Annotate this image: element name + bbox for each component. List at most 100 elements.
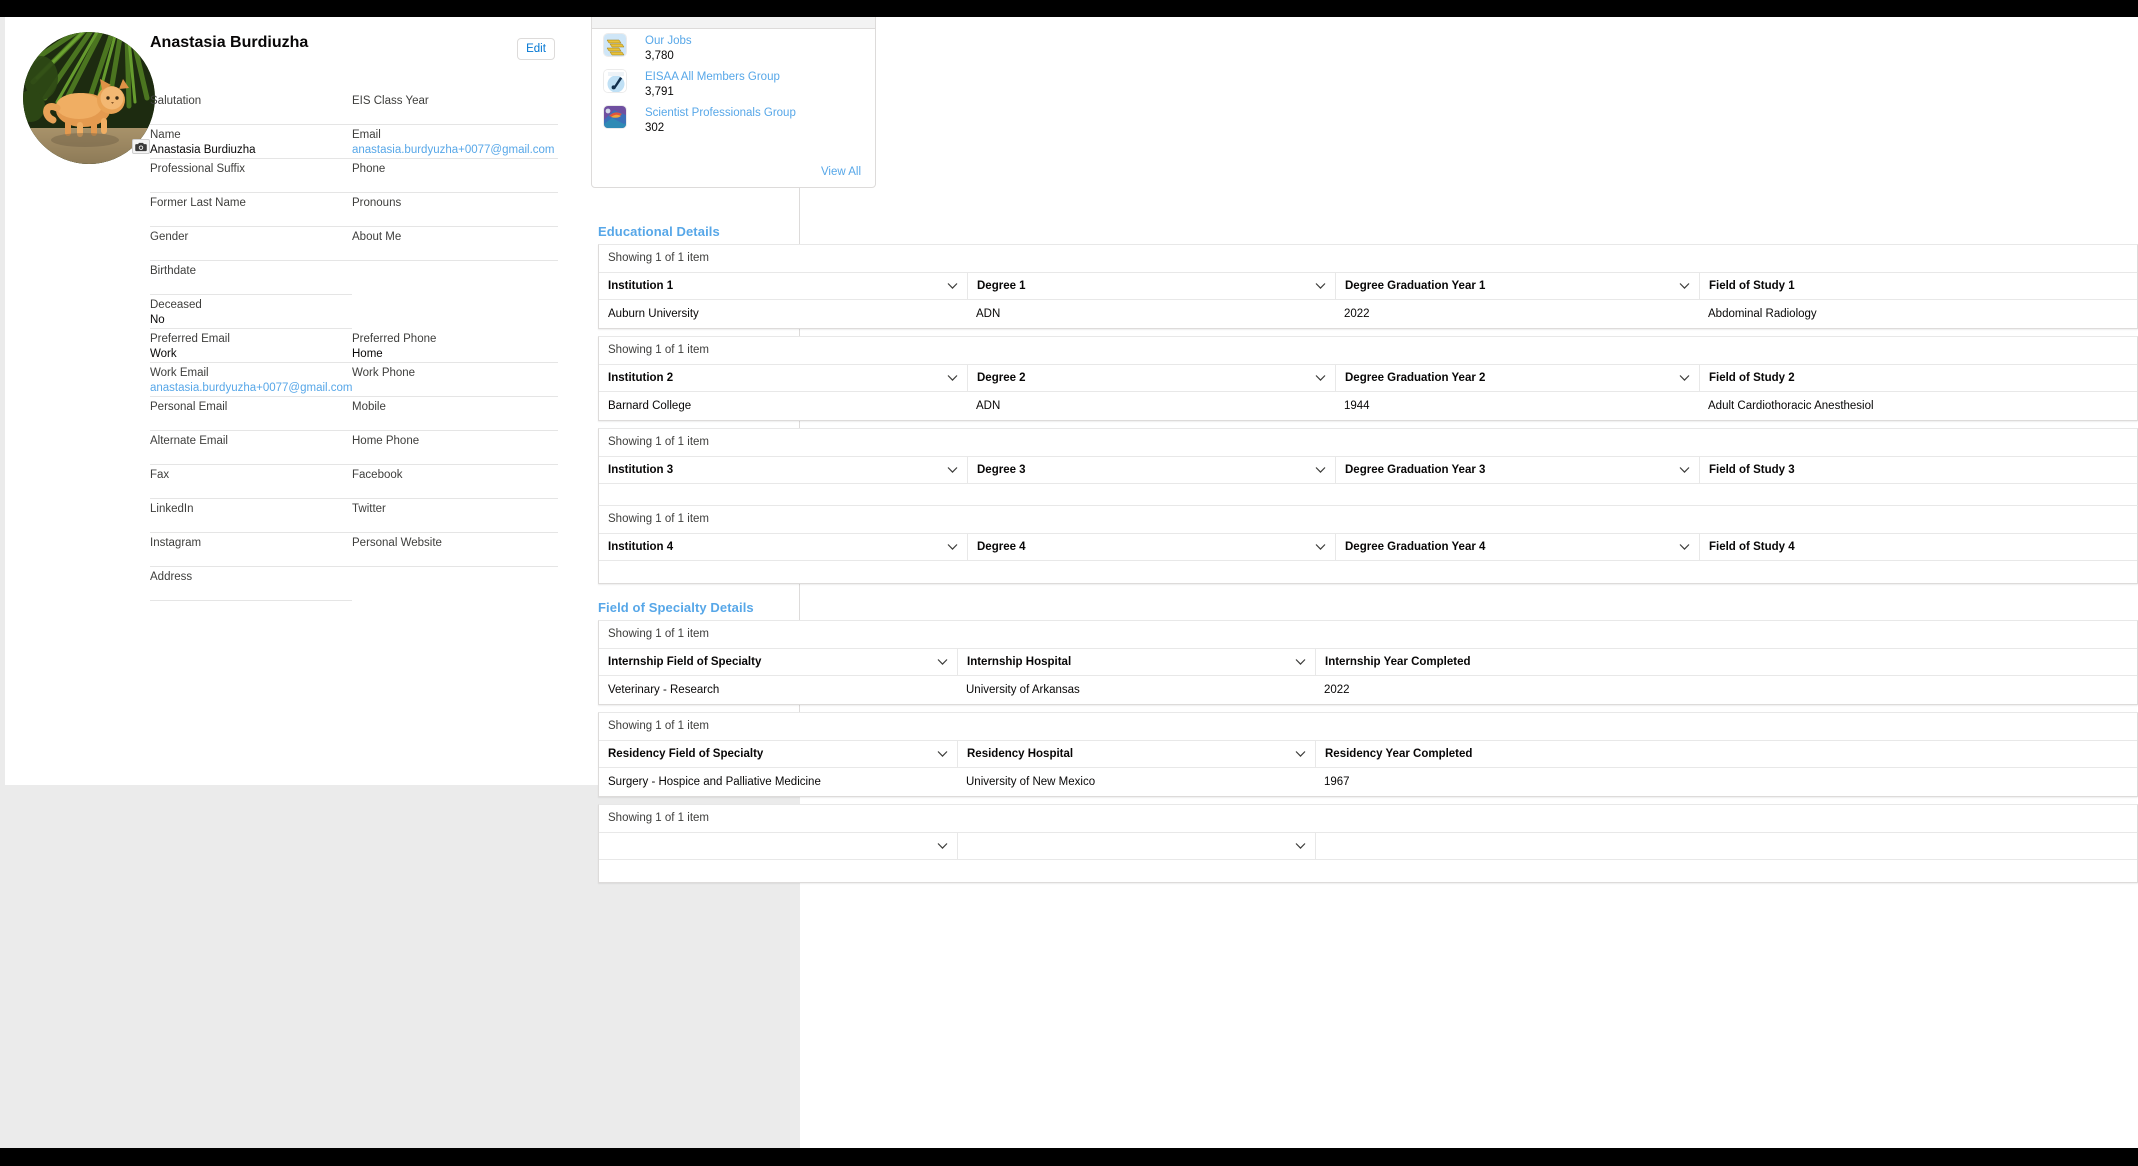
- field-label: Deceased: [150, 299, 202, 311]
- column-header-label: Degree 1: [977, 280, 1026, 292]
- detail-field-left: Deceased No: [150, 298, 348, 328]
- megaphone-icon: [603, 69, 627, 93]
- chevron-down-icon[interactable]: [1315, 283, 1326, 290]
- chevron-down-icon[interactable]: [947, 544, 958, 551]
- chevron-down-icon[interactable]: [1315, 544, 1326, 551]
- avatar[interactable]: [23, 32, 155, 164]
- chevron-down-icon[interactable]: [937, 751, 948, 758]
- detail-field-right: Home Phone: [352, 434, 558, 448]
- detail-field-left: Preferred Email Work: [150, 332, 348, 362]
- detail-field-left: Gender: [150, 230, 348, 244]
- column-header[interactable]: Internship Field of Specialty: [599, 649, 957, 675]
- column-header[interactable]: Internship Year Completed: [1315, 649, 2138, 675]
- column-header[interactable]: Degree 4: [967, 534, 1335, 560]
- column-header[interactable]: Residency Hospital: [957, 741, 1315, 767]
- chevron-down-icon[interactable]: [1679, 283, 1690, 290]
- table-cell: 1944: [1344, 400, 1370, 412]
- camera-icon[interactable]: [132, 139, 150, 154]
- field-value-link[interactable]: anastasia.burdyuzha+0077@gmail.com: [150, 381, 353, 396]
- field-label: EIS Class Year: [352, 95, 429, 107]
- table-row[interactable]: [599, 860, 2137, 882]
- chevron-down-icon[interactable]: [1315, 375, 1326, 382]
- table-row[interactable]: Barnard College ADN 1944 Adult Cardiothorac…: [599, 392, 2137, 420]
- table-row[interactable]: [599, 561, 2137, 583]
- letterbox-bottom: [0, 1148, 2138, 1166]
- table-cell: University of New Mexico: [966, 776, 1096, 788]
- column-header[interactable]: Degree Graduation Year 1: [1335, 273, 1699, 299]
- group-list-item[interactable]: EISAA All Members Group 3,791: [592, 65, 875, 101]
- chevron-down-icon[interactable]: [937, 843, 948, 850]
- column-header[interactable]: Field of Study 4: [1699, 534, 1937, 560]
- detail-field-left: Alternate Email: [150, 434, 348, 448]
- column-header[interactable]: Degree 2: [967, 365, 1335, 391]
- column-header[interactable]: Field of Study 3: [1699, 457, 1937, 483]
- column-header[interactable]: Institution 1: [599, 273, 967, 299]
- column-header-label: Institution 1: [608, 280, 674, 292]
- column-header-label: Residency Field of Specialty: [608, 748, 764, 760]
- chevron-down-icon[interactable]: [1679, 544, 1690, 551]
- field-label: Home Phone: [352, 435, 420, 447]
- table-header-row: Internship Field of Specialty Internship …: [599, 648, 2137, 676]
- detail-field-left: Address: [150, 570, 348, 584]
- field-label: Email: [352, 129, 381, 141]
- table-cell: 2022: [1324, 684, 1350, 696]
- column-header[interactable]: Institution 4: [599, 534, 967, 560]
- chevron-down-icon[interactable]: [1315, 467, 1326, 474]
- column-header[interactable]: Residency Field of Specialty: [599, 741, 957, 767]
- group-name-link[interactable]: Scientist Professionals Group: [645, 106, 875, 120]
- table-row[interactable]: Surgery - Hospice and Palliative Medicin…: [599, 768, 2137, 796]
- table-cell: Adult Cardiothoracic Anesthesiol: [1708, 400, 1874, 412]
- edit-button[interactable]: Edit: [517, 38, 555, 60]
- column-header[interactable]: Degree Graduation Year 3: [1335, 457, 1699, 483]
- column-header-label: Degree 4: [977, 541, 1026, 553]
- group-list-item[interactable]: Our Jobs 3,780: [592, 29, 875, 65]
- showing-count-label: Showing 1 of 1 item: [608, 812, 710, 824]
- column-header[interactable]: Degree 3: [967, 457, 1335, 483]
- column-header[interactable]: Degree 1: [967, 273, 1335, 299]
- page-title: Anastasia Burdiuzha: [150, 34, 309, 51]
- table-cell: ADN: [976, 400, 1001, 412]
- group-member-count: 3,791: [645, 86, 674, 98]
- column-header[interactable]: Residency Year Completed: [1315, 741, 2138, 767]
- group-list-item[interactable]: Scientist Professionals Group 302: [592, 101, 875, 137]
- column-header[interactable]: Field of Study 2: [1699, 365, 1937, 391]
- app-root: Anastasia Burdiuzha Edit Salutation EIS C…: [0, 0, 2138, 1166]
- detail-field-row: Work Email anastasia.burdyuzha+0077@gmail…: [150, 363, 558, 397]
- table-header-row: Institution 3 Degree 3 Degree Graduation Y…: [599, 456, 2137, 484]
- column-header[interactable]: [1315, 833, 2138, 859]
- chevron-down-icon[interactable]: [937, 659, 948, 666]
- chevron-down-icon[interactable]: [1295, 659, 1306, 666]
- field-value-link[interactable]: anastasia.burdyuzha+0077@gmail.com: [352, 143, 558, 158]
- field-of-specialty-details-title: Field of Specialty Details: [598, 600, 754, 615]
- column-header[interactable]: Internship Hospital: [957, 649, 1315, 675]
- column-header[interactable]: Degree Graduation Year 2: [1335, 365, 1699, 391]
- column-header[interactable]: Institution 2: [599, 365, 967, 391]
- group-member-count: 3,780: [645, 50, 674, 62]
- table-row[interactable]: Veterinary - Research University of Arkan…: [599, 676, 2137, 704]
- column-header-label: Field of Study 2: [1709, 372, 1795, 384]
- chevron-down-icon[interactable]: [947, 467, 958, 474]
- column-header[interactable]: [957, 833, 1315, 859]
- chevron-down-icon[interactable]: [1679, 467, 1690, 474]
- chevron-down-icon[interactable]: [947, 375, 958, 382]
- column-header-label: Field of Study 4: [1709, 541, 1795, 553]
- field-label: Professional Suffix: [150, 163, 246, 175]
- chevron-down-icon[interactable]: [1295, 843, 1306, 850]
- abstract-art-icon: [603, 105, 627, 129]
- detail-field-right: Personal Website: [352, 536, 558, 550]
- column-header[interactable]: Field of Study 1: [1699, 273, 1937, 299]
- table-cell: 2022: [1344, 308, 1370, 320]
- showing-count-label: Showing 1 of 1 item: [608, 720, 710, 732]
- view-all-link[interactable]: View All: [821, 166, 861, 178]
- chevron-down-icon[interactable]: [947, 283, 958, 290]
- column-header[interactable]: Degree Graduation Year 4: [1335, 534, 1699, 560]
- chevron-down-icon[interactable]: [1679, 375, 1690, 382]
- group-name-link[interactable]: Our Jobs: [645, 34, 875, 48]
- field-value: No: [150, 314, 165, 326]
- column-header[interactable]: Institution 3: [599, 457, 967, 483]
- column-header[interactable]: [599, 833, 957, 859]
- chevron-down-icon[interactable]: [1295, 751, 1306, 758]
- table-row[interactable]: [599, 484, 2137, 506]
- group-name-link[interactable]: EISAA All Members Group: [645, 70, 875, 84]
- table-row[interactable]: Auburn University ADN 2022 Abdominal Radiol…: [599, 300, 2137, 328]
